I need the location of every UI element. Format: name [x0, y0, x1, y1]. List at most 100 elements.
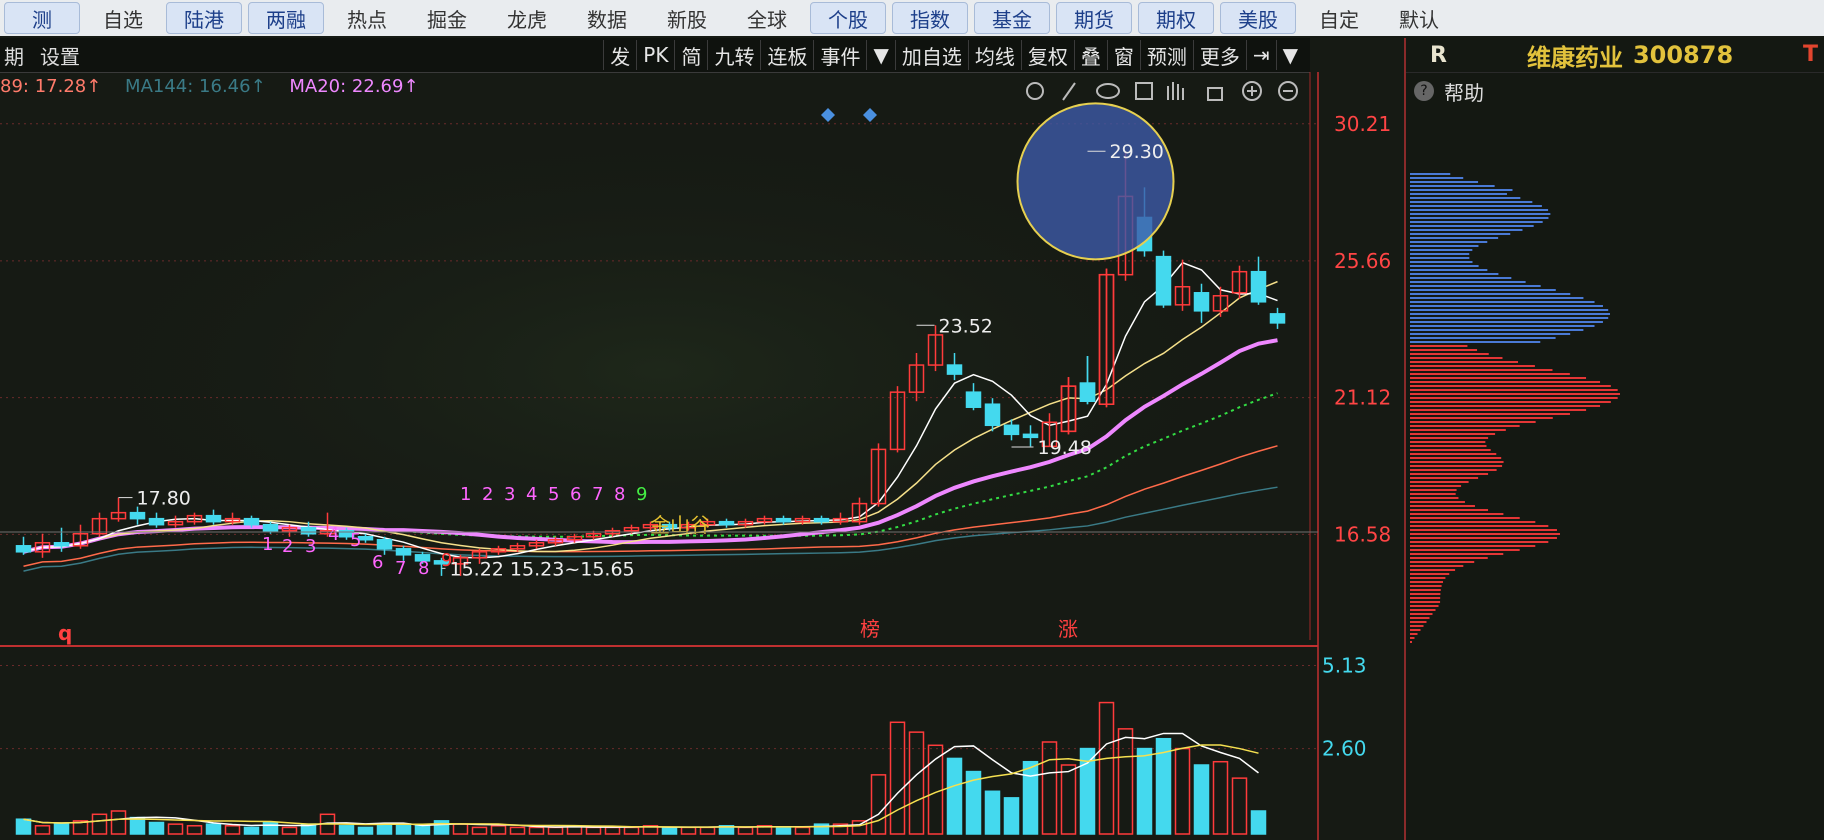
candle-body[interactable] [870, 448, 887, 505]
candle-body[interactable] [1041, 421, 1058, 448]
volume-bar[interactable] [414, 825, 431, 835]
nav-tab-2[interactable]: 陆港 [166, 2, 242, 34]
candle-body[interactable] [1212, 295, 1229, 312]
candle-body[interactable] [1231, 270, 1248, 294]
candle-body[interactable] [338, 529, 355, 538]
candle-body[interactable] [1022, 433, 1039, 439]
volume-bar[interactable] [528, 826, 545, 835]
volume-bar[interactable] [91, 813, 108, 835]
nav-tab-16[interactable]: 自定 [1302, 3, 1376, 33]
toolbar-btn-0[interactable]: 发 [603, 40, 636, 70]
toolbar-btn-12[interactable]: 预测 [1139, 40, 1193, 70]
toolbar-btn-9[interactable]: 复权 [1020, 40, 1074, 70]
candle-body[interactable] [965, 391, 982, 408]
volume-bar[interactable] [718, 825, 735, 835]
candle-body[interactable] [376, 539, 393, 550]
volume-bar[interactable] [376, 823, 393, 835]
volume-bar[interactable] [585, 826, 602, 835]
candle-body[interactable] [737, 520, 754, 526]
candle-body[interactable] [1269, 313, 1286, 324]
volume-bar[interactable] [889, 721, 906, 835]
zhang-marker[interactable]: 涨 [1058, 617, 1078, 641]
candle-body[interactable] [471, 551, 488, 559]
volume-bar[interactable] [186, 825, 203, 835]
toolbar-btn-3[interactable]: 九转 [707, 40, 760, 70]
candle-body[interactable] [357, 535, 374, 541]
toolbar-btn-2[interactable]: 简 [674, 40, 707, 70]
volume-bar[interactable] [1155, 737, 1172, 835]
candle-body[interactable] [395, 548, 412, 556]
volume-bar[interactable] [813, 823, 830, 835]
volume-bar[interactable] [604, 826, 621, 835]
volume-bar[interactable] [243, 826, 260, 835]
toolbar-btn-7[interactable]: 加自选 [894, 40, 968, 70]
volume-bar[interactable] [1174, 747, 1191, 835]
candle-body[interactable] [319, 529, 336, 535]
volume-bar[interactable] [984, 790, 1001, 835]
volume-bar[interactable] [300, 823, 317, 835]
volume-bar[interactable] [699, 826, 716, 835]
candle-body[interactable] [414, 554, 431, 562]
candle-body[interactable] [243, 517, 260, 526]
candle-body[interactable] [1136, 216, 1153, 252]
volume-bar[interactable] [927, 744, 944, 835]
candle-body[interactable] [1155, 255, 1172, 306]
zoom-in-icon[interactable] [1242, 81, 1262, 101]
nav-tab-10[interactable]: 个股 [810, 2, 886, 34]
nav-tab-17[interactable]: 默认 [1382, 3, 1456, 33]
candle-body[interactable] [53, 542, 70, 547]
candle-body[interactable] [110, 511, 127, 520]
toolbar-btn-10[interactable]: 叠 [1073, 40, 1107, 70]
nav-tab-0[interactable]: 测 [4, 2, 80, 34]
volume-bar[interactable] [319, 813, 336, 835]
nav-tab-7[interactable]: 数据 [570, 3, 644, 33]
candle-body[interactable] [889, 391, 906, 451]
candle-body[interactable] [908, 364, 925, 393]
stock-code[interactable]: 300878 [1633, 41, 1733, 69]
volume-bar[interactable] [642, 825, 659, 835]
volume-bar[interactable] [680, 826, 697, 835]
candle-body[interactable] [604, 529, 621, 535]
candle-body[interactable] [1250, 270, 1267, 303]
candle-body[interactable] [1193, 292, 1210, 312]
nav-tab-13[interactable]: 期货 [1056, 2, 1132, 34]
volume-bar[interactable] [1041, 741, 1058, 835]
volume-bar[interactable] [794, 826, 811, 835]
candle-body[interactable] [756, 517, 773, 523]
toolbar-btn-15[interactable]: ▼ [1275, 40, 1304, 70]
candle-body[interactable] [148, 517, 165, 526]
candle-body[interactable] [262, 523, 279, 532]
toolbar-btn-14[interactable]: ⇥ [1245, 40, 1276, 70]
candle-body[interactable] [1174, 285, 1191, 306]
nav-tab-3[interactable]: 两融 [248, 2, 324, 34]
nav-tab-6[interactable]: 龙虎 [490, 3, 564, 33]
volume-bar[interactable] [129, 816, 146, 835]
candle-body[interactable] [528, 542, 545, 547]
nav-tab-9[interactable]: 全球 [730, 3, 804, 33]
volume-bar[interactable] [756, 825, 773, 835]
bang-marker[interactable]: 榜 [860, 617, 880, 641]
candle-body[interactable] [775, 517, 792, 523]
volume-bar[interactable] [547, 826, 564, 835]
candle-body[interactable] [1060, 385, 1077, 433]
volume-bar[interactable] [566, 825, 583, 835]
volume-bar[interactable] [1079, 747, 1096, 835]
candle-body[interactable] [699, 520, 716, 526]
stock-name[interactable]: 维康药业 [1527, 38, 1623, 73]
candle-body[interactable] [1117, 195, 1134, 276]
candle-body[interactable] [794, 517, 811, 523]
candle-body[interactable] [15, 545, 32, 553]
candle-body[interactable] [547, 539, 564, 544]
volume-bar[interactable] [1003, 797, 1020, 835]
candle-body[interactable] [946, 364, 963, 375]
candle-body[interactable] [813, 517, 830, 523]
candle-body[interactable] [1079, 382, 1096, 402]
volume-bar[interactable] [15, 818, 32, 835]
nav-tab-14[interactable]: 期权 [1138, 2, 1214, 34]
zoom-out-icon[interactable] [1278, 81, 1298, 101]
candle-body[interactable] [661, 523, 678, 529]
volume-bar[interactable] [53, 823, 70, 835]
candle-body[interactable] [718, 520, 735, 526]
volume-bar[interactable] [471, 826, 488, 835]
candle-body[interactable] [34, 542, 51, 553]
